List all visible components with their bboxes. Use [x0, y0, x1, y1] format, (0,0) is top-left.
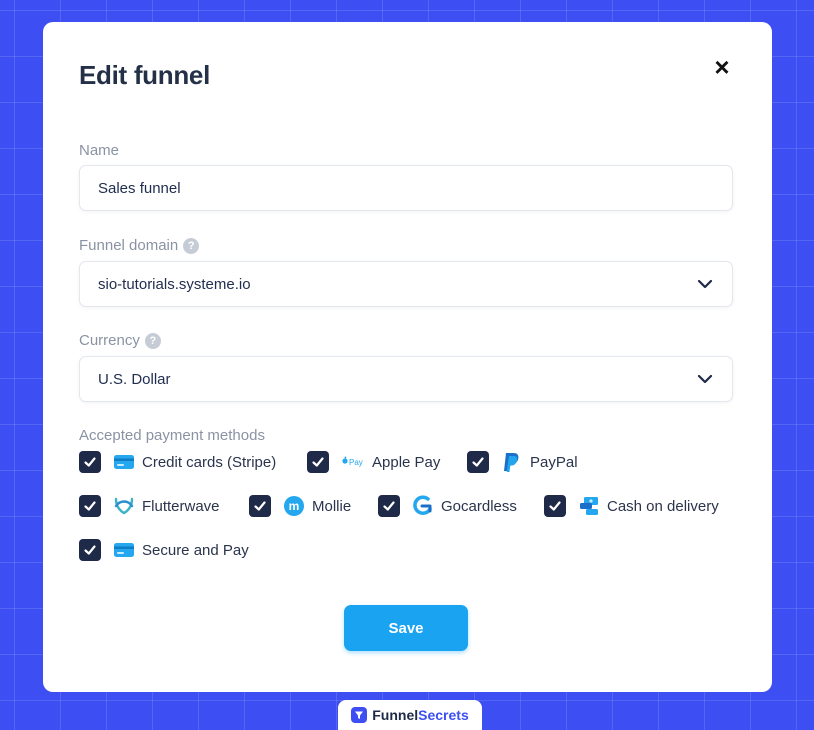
- gocardless-checkbox[interactable]: [378, 495, 400, 517]
- question-circle-icon[interactable]: ?: [144, 333, 161, 349]
- payment-method-stripe[interactable]: Credit cards (Stripe): [79, 450, 276, 474]
- payment-method-paypal[interactable]: PayPal: [467, 450, 578, 474]
- name-label: Name: [79, 142, 120, 159]
- close-icon[interactable]: ×: [711, 54, 733, 80]
- check-icon: [254, 501, 266, 511]
- edit-funnel-modal: Edit funnel × Name Sales funnel Funnel d…: [43, 22, 772, 692]
- cash-on-delivery-checkbox[interactable]: [544, 495, 566, 517]
- payment-method-cash-on-delivery[interactable]: Cash on delivery: [544, 494, 719, 518]
- save-button[interactable]: Save: [344, 605, 468, 651]
- svg-text:m: m: [289, 499, 300, 513]
- apple-pay-icon: Pay: [341, 451, 365, 473]
- payment-methods-label: Accepted payment methods: [79, 427, 265, 444]
- gocardless-label: Gocardless: [441, 497, 517, 515]
- question-circle-icon[interactable]: ?: [183, 238, 200, 254]
- payment-method-apple-pay[interactable]: Pay Apple Pay: [307, 450, 440, 474]
- check-icon: [549, 501, 561, 511]
- flutterwave-checkbox[interactable]: [79, 495, 101, 517]
- funnel-domain-value: sio-tutorials.systeme.io: [98, 275, 251, 293]
- check-icon: [84, 457, 96, 467]
- check-icon: [84, 545, 96, 555]
- mollie-checkbox[interactable]: [249, 495, 271, 517]
- payment-method-mollie[interactable]: m Mollie: [249, 494, 351, 518]
- brand-name-part2: Secrets: [418, 707, 469, 723]
- payment-method-flutterwave[interactable]: Flutterwave: [79, 494, 220, 518]
- paypal-label: PayPal: [530, 453, 578, 471]
- gocardless-icon: [412, 495, 434, 517]
- flutterwave-label: Flutterwave: [142, 497, 220, 515]
- chevron-down-icon: [697, 374, 713, 384]
- stripe-label: Credit cards (Stripe): [142, 453, 277, 471]
- payment-method-gocardless[interactable]: Gocardless: [378, 494, 517, 518]
- paypal-icon: [501, 451, 523, 473]
- stripe-checkbox[interactable]: [79, 451, 101, 473]
- modal-title: Edit funnel: [79, 60, 211, 90]
- funnel-domain-select[interactable]: sio-tutorials.systeme.io: [79, 261, 733, 307]
- payment-method-secure-and-pay[interactable]: Secure and Pay: [79, 538, 249, 562]
- mollie-label: Mollie: [312, 497, 352, 515]
- brand-name-part1: Funnel: [372, 707, 419, 723]
- cash-on-delivery-label: Cash on delivery: [607, 497, 719, 515]
- cash-icon: [578, 495, 600, 517]
- secure-and-pay-checkbox[interactable]: [79, 539, 101, 561]
- check-icon: [312, 457, 324, 467]
- apple-pay-checkbox[interactable]: [307, 451, 329, 473]
- chevron-down-icon: [697, 279, 713, 289]
- name-input-value: Sales funnel: [98, 179, 181, 197]
- funnelsecrets-brand-badge: Funnel Secrets: [338, 700, 482, 730]
- secure-and-pay-label: Secure and Pay: [142, 541, 249, 559]
- svg-text:Pay: Pay: [349, 458, 363, 467]
- flutterwave-icon: [113, 495, 135, 517]
- funnel-domain-label: Funnel domain: [79, 237, 179, 254]
- check-icon: [472, 457, 484, 467]
- card-icon: [113, 539, 135, 561]
- paypal-checkbox[interactable]: [467, 451, 489, 473]
- currency-value: U.S. Dollar: [98, 370, 171, 388]
- card-icon: [113, 451, 135, 473]
- currency-select[interactable]: U.S. Dollar: [79, 356, 733, 402]
- name-input[interactable]: Sales funnel: [79, 165, 733, 211]
- check-icon: [383, 501, 395, 511]
- currency-label-row: Currency?: [79, 332, 161, 349]
- funnel-logo-icon: [351, 707, 368, 723]
- mollie-icon: m: [283, 495, 305, 517]
- apple-pay-label: Apple Pay: [372, 453, 441, 471]
- check-icon: [84, 501, 96, 511]
- currency-label: Currency: [79, 332, 140, 349]
- funnel-domain-label-row: Funnel domain?: [79, 237, 200, 254]
